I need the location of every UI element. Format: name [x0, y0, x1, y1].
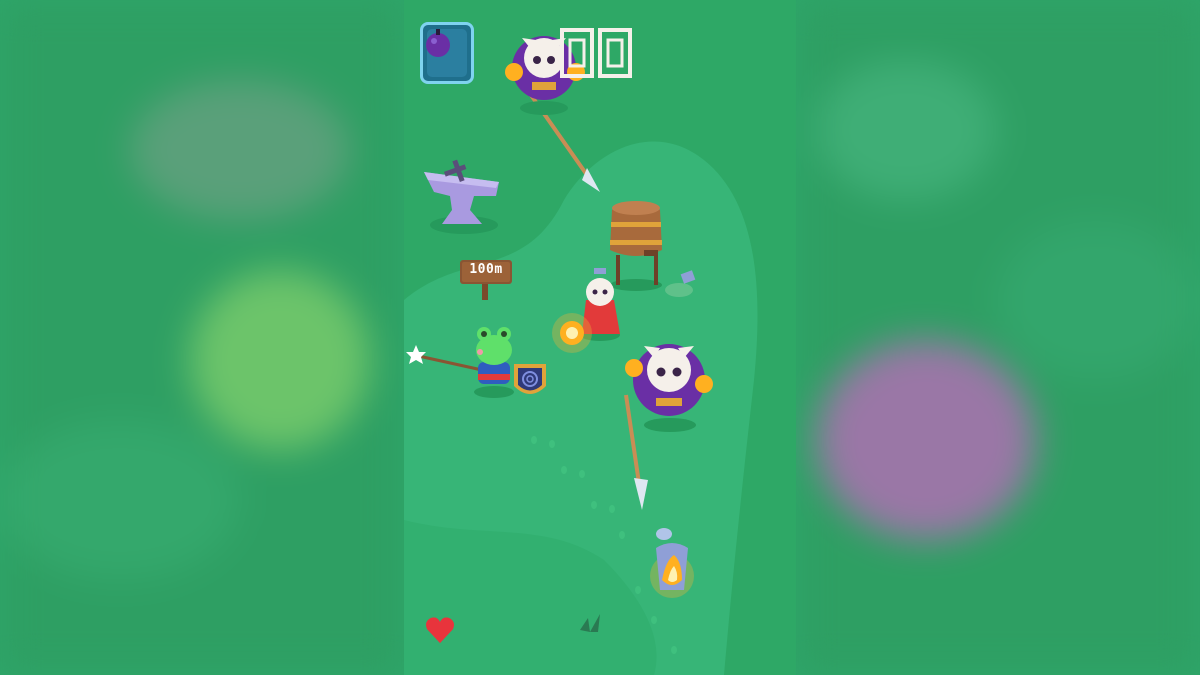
item-slot-inner	[426, 29, 467, 77]
item-slot[interactable]	[420, 22, 474, 84]
game-screen: 100m	[0, 0, 1200, 675]
game-viewport[interactable]: 100m	[404, 0, 796, 675]
bomb-icon	[426, 29, 450, 57]
distance-sign-label: 100m	[469, 262, 503, 277]
blurred-background-right	[796, 0, 1200, 675]
fireball-icon	[552, 313, 592, 353]
anvil-icon	[424, 159, 499, 234]
heart-icon	[426, 617, 454, 643]
blurred-background-left	[0, 0, 404, 675]
bone-frame-icon	[598, 28, 632, 78]
skeleton-knight-enemy-top	[505, 36, 600, 192]
spiral-shield-icon	[514, 364, 546, 394]
